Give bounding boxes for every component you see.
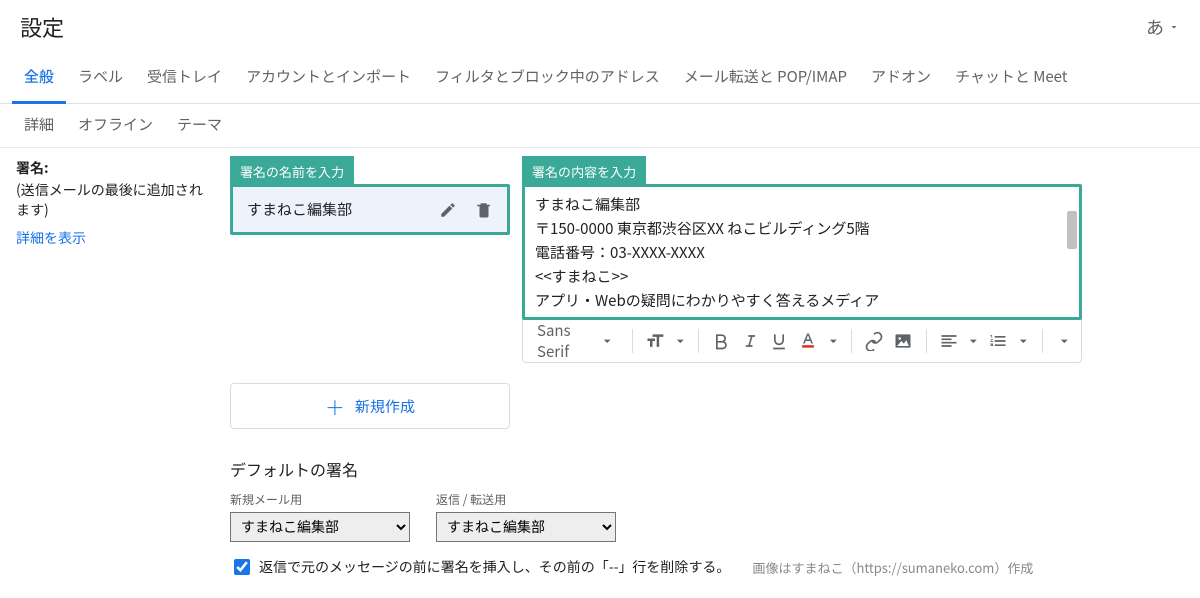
align-button[interactable] — [937, 326, 962, 356]
image-credit: 画像はすまねこ（https://sumaneko.com）作成 — [752, 558, 1033, 577]
list-button[interactable] — [986, 326, 1011, 356]
chevron-down-icon[interactable] — [672, 331, 689, 351]
text-size-button[interactable] — [643, 326, 668, 356]
chevron-down-icon[interactable] — [825, 331, 842, 351]
checkbox-label: 返信で元のメッセージの前に署名を挿入し、その前の「--」行を削除する。 — [259, 557, 730, 577]
text-color-button[interactable] — [796, 326, 821, 356]
underline-button[interactable] — [767, 326, 792, 356]
chevron-down-icon — [599, 331, 615, 351]
chevron-down-icon[interactable] — [965, 331, 982, 351]
bold-button[interactable] — [709, 326, 734, 356]
tab-general[interactable]: 全般 — [12, 54, 66, 104]
signature-line: 電話番号：03-XXXX-XXXX — [535, 241, 1069, 265]
show-more-link[interactable]: 詳細を表示 — [16, 228, 86, 248]
editor-toolbar: Sans Serif — [522, 319, 1082, 363]
link-button[interactable] — [862, 326, 887, 356]
subtab-advanced[interactable]: 詳細 — [12, 104, 66, 145]
signature-line: <<すまねこ>> — [535, 265, 1069, 289]
reply-label: 返信 / 転送用 — [436, 491, 616, 508]
delete-icon[interactable] — [475, 201, 493, 219]
page-title: 設定 — [20, 11, 64, 43]
new-mail-select[interactable]: すまねこ編集部 — [230, 512, 410, 542]
numbered-list-icon — [988, 331, 1008, 351]
edit-icon[interactable] — [439, 201, 457, 219]
image-button[interactable] — [891, 326, 916, 356]
language-selector[interactable]: あ — [1146, 14, 1180, 40]
chevron-down-icon — [1168, 21, 1180, 33]
tab-chat[interactable]: チャットと Meet — [943, 54, 1079, 104]
signature-label: 署名: — [16, 158, 214, 178]
italic-icon — [740, 331, 760, 351]
scrollbar-thumb[interactable] — [1067, 211, 1077, 249]
link-icon — [864, 331, 884, 351]
italic-button[interactable] — [738, 326, 763, 356]
signature-name-text: すまねこ編集部 — [247, 199, 352, 220]
text-size-icon — [645, 331, 665, 351]
signature-name-item[interactable]: すまねこ編集部 — [233, 187, 507, 232]
image-icon — [893, 331, 913, 351]
new-mail-label: 新規メール用 — [230, 491, 410, 508]
default-signature-heading: デフォルトの署名 — [230, 457, 1190, 481]
reply-select[interactable]: すまねこ編集部 — [436, 512, 616, 542]
font-selector[interactable]: Sans Serif — [531, 320, 622, 362]
subtab-themes[interactable]: テーマ — [165, 104, 234, 145]
signature-line: 〒150-0000 東京都渋谷区XX ねこビルディング5階 — [535, 217, 1069, 241]
bold-icon — [711, 331, 731, 351]
underline-icon — [769, 331, 789, 351]
settings-tabs: 全般 ラベル 受信トレイ アカウントとインポート フィルタとブロック中のアドレス… — [0, 54, 1200, 104]
tab-accounts[interactable]: アカウントとインポート — [234, 54, 423, 104]
callout-signature-name: 署名の名前を入力 — [230, 156, 354, 187]
callout-signature-body: 署名の内容を入力 — [522, 156, 646, 187]
tab-inbox[interactable]: 受信トレイ — [135, 54, 234, 104]
signature-sublabel: (送信メールの最後に追加されます) — [16, 180, 214, 220]
align-icon — [939, 331, 959, 351]
signature-line: すまねこ編集部 — [535, 193, 1069, 217]
signature-line: アプリ・Webの疑問にわかりやすく答えるメディア — [535, 289, 1069, 313]
tab-filters[interactable]: フィルタとブロック中のアドレス — [423, 54, 672, 104]
new-signature-button[interactable]: ＋ 新規作成 — [230, 383, 510, 429]
tab-addons[interactable]: アドオン — [859, 54, 943, 104]
text-color-icon — [798, 331, 818, 351]
chevron-down-icon[interactable] — [1056, 331, 1073, 351]
insert-before-checkbox[interactable] — [234, 559, 250, 575]
subtab-offline[interactable]: オフライン — [66, 104, 165, 145]
tab-forwarding[interactable]: メール転送と POP/IMAP — [672, 54, 859, 104]
chevron-down-icon[interactable] — [1015, 331, 1032, 351]
signature-editor[interactable]: すまねこ編集部 〒150-0000 東京都渋谷区XX ねこビルディング5階 電話… — [522, 184, 1082, 320]
plus-icon: ＋ — [325, 392, 345, 421]
signature-name-list: すまねこ編集部 — [230, 184, 510, 235]
tab-labels[interactable]: ラベル — [66, 54, 135, 104]
